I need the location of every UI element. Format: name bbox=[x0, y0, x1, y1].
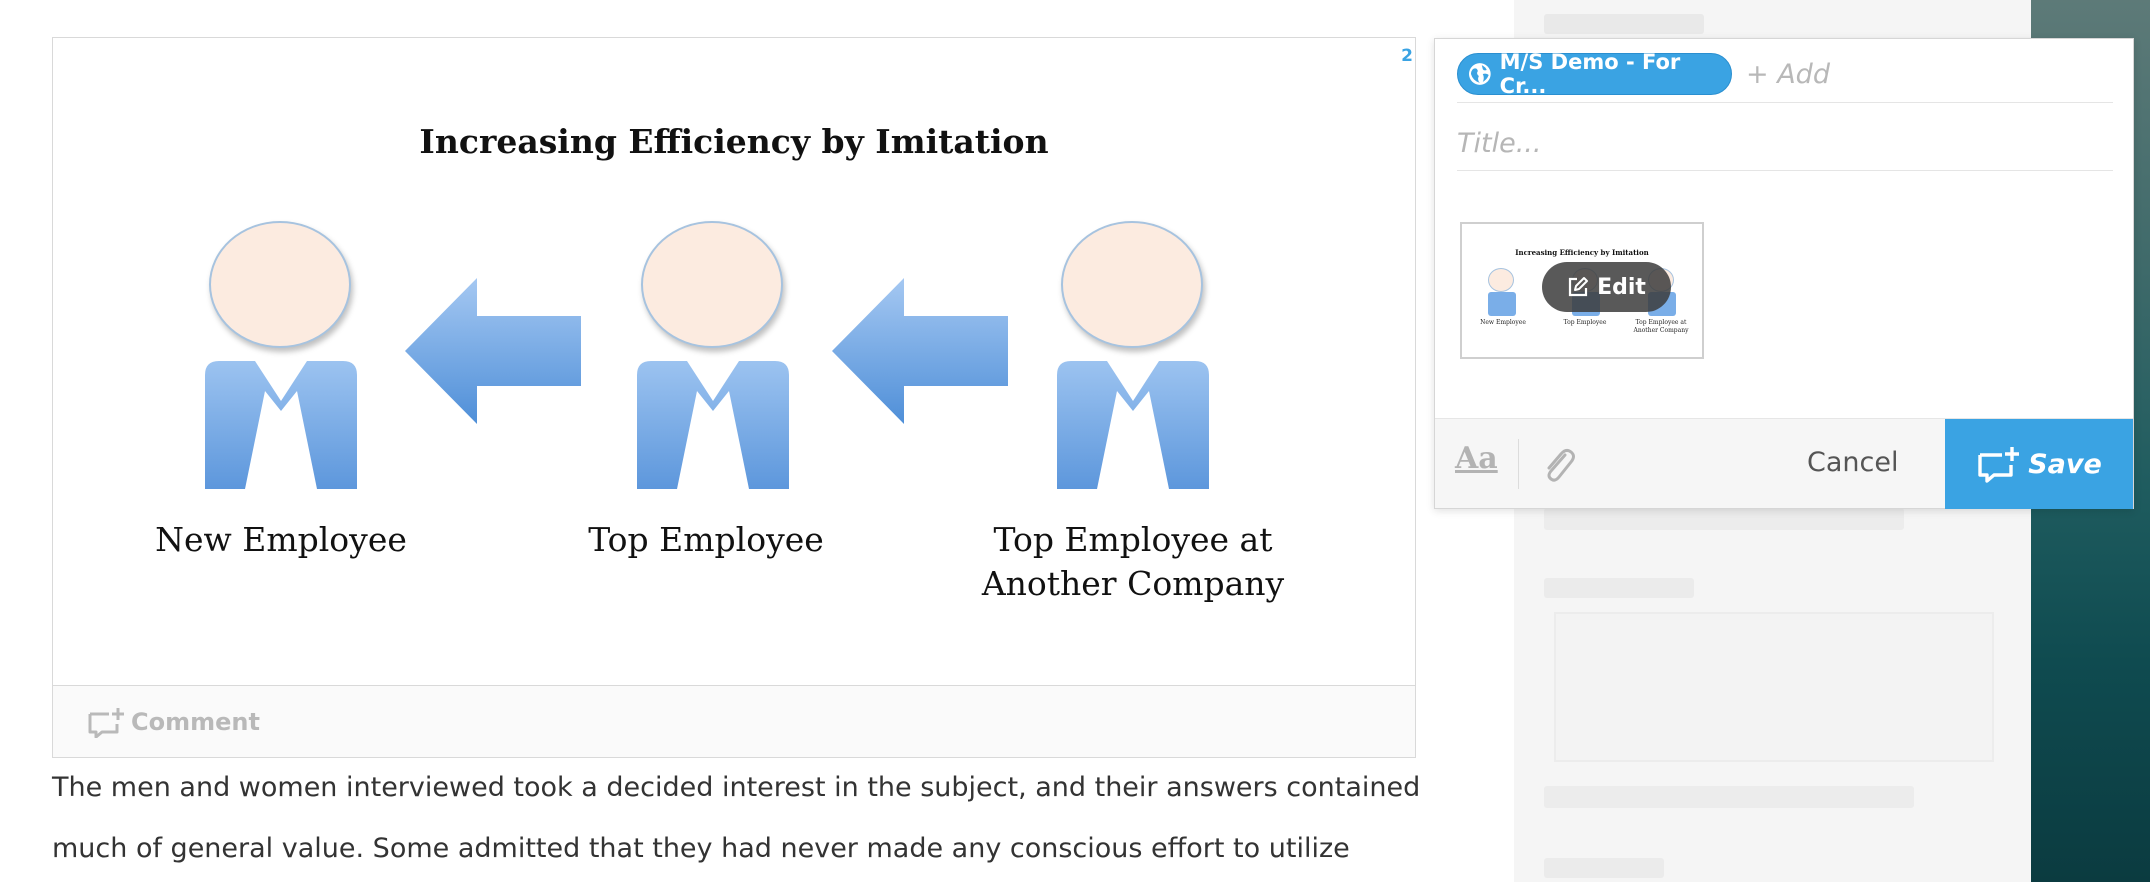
label-line: Another Company bbox=[981, 564, 1285, 603]
toolbar-separator bbox=[1518, 439, 1519, 489]
thumbnail-person-body bbox=[1488, 292, 1516, 316]
cancel-button[interactable]: Cancel bbox=[1807, 447, 1898, 478]
divider bbox=[1457, 102, 2113, 103]
slide-image[interactable]: 2 Increasing Efficiency by Imitation New… bbox=[53, 38, 1415, 685]
globe-icon bbox=[1468, 63, 1491, 85]
paperclip-icon[interactable] bbox=[1541, 445, 1577, 485]
label-top-employee-other-company: Top Employee at Another Company bbox=[933, 518, 1333, 606]
comment-button[interactable]: Comment bbox=[87, 706, 260, 738]
person-head bbox=[1061, 221, 1203, 348]
slide-card: 2 Increasing Efficiency by Imitation New… bbox=[52, 37, 1416, 758]
thumbnail-label: New Employee bbox=[1480, 319, 1526, 326]
faded-author-name bbox=[1544, 14, 1704, 34]
edit-label: Edit bbox=[1597, 274, 1646, 300]
faded-author-name bbox=[1544, 858, 1664, 878]
person-torso bbox=[637, 361, 789, 489]
arrow-left-icon bbox=[405, 278, 581, 424]
edit-icon bbox=[1568, 277, 1589, 297]
label-line: Top Employee at bbox=[993, 520, 1273, 559]
arrow-left-icon bbox=[832, 278, 1008, 424]
comment-composer: M/S Demo - For Cr... + Add Increasing Ef… bbox=[1434, 38, 2134, 509]
faded-comment-meta bbox=[1544, 786, 1914, 808]
comment-bar: Comment bbox=[53, 685, 1415, 757]
article-text-line: The men and women interviewed took a dec… bbox=[52, 772, 1421, 803]
comment-button-label: Comment bbox=[131, 708, 260, 736]
article-text-line: much of general value. Some admitted tha… bbox=[52, 833, 1350, 864]
label-new-employee: New Employee bbox=[155, 520, 407, 559]
faded-author-name bbox=[1544, 578, 1694, 598]
visibility-tag-label: M/S Demo - For Cr... bbox=[1499, 50, 1681, 98]
thumbnail-label: Top Employee at Another Company bbox=[1633, 319, 1689, 334]
person-head bbox=[641, 221, 783, 348]
thumbnail-title: Increasing Efficiency by Imitation bbox=[1515, 248, 1649, 257]
composer-toolbar: Aa Cancel Save bbox=[1435, 418, 2133, 509]
visibility-tag-chip[interactable]: M/S Demo - For Cr... bbox=[1457, 50, 1732, 98]
person-torso bbox=[1057, 361, 1209, 489]
thumbnail-label: Top Employee bbox=[1563, 319, 1607, 326]
faded-comment-meta bbox=[1544, 508, 1904, 530]
page: 2 Increasing Efficiency by Imitation New… bbox=[0, 0, 2150, 882]
edit-attachment-button[interactable]: Edit bbox=[1542, 262, 1671, 312]
title-input[interactable] bbox=[1457, 115, 2113, 171]
thumbnail-person-head bbox=[1488, 268, 1514, 292]
divider bbox=[1457, 170, 2113, 171]
save-label: Save bbox=[2028, 448, 2102, 480]
comment-add-icon bbox=[1978, 447, 2020, 483]
person-head bbox=[209, 221, 351, 348]
add-tag-button[interactable]: + Add bbox=[1746, 59, 1830, 90]
comment-add-icon bbox=[88, 708, 124, 738]
faded-comment-thumbnail bbox=[1554, 612, 1994, 762]
person-torso bbox=[205, 361, 357, 489]
save-button[interactable]: Save bbox=[1945, 419, 2133, 509]
text-format-button[interactable]: Aa bbox=[1455, 441, 1498, 476]
label-top-employee: Top Employee bbox=[588, 520, 824, 559]
attachment-thumbnail[interactable]: Increasing Efficiency by Imitation New E… bbox=[1460, 222, 1704, 359]
slide-title: Increasing Efficiency by Imitation bbox=[419, 122, 1049, 161]
slide-page-number[interactable]: 2 bbox=[1401, 46, 1413, 66]
